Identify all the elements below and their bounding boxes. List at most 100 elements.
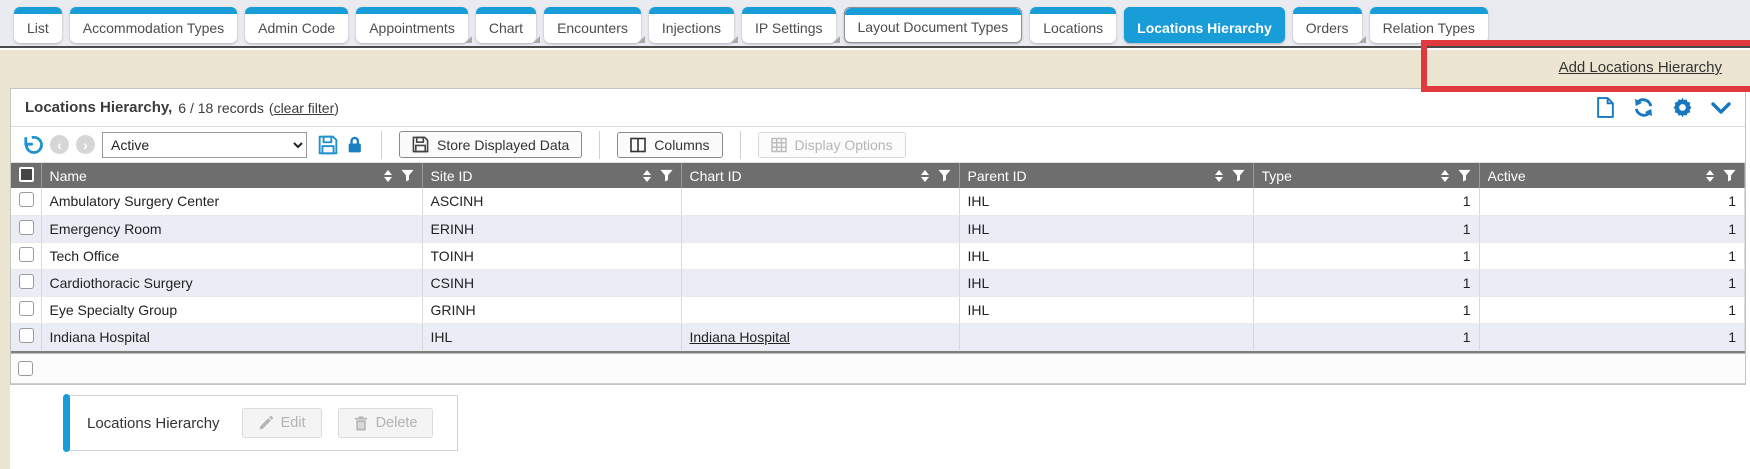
filter-funnel-icon[interactable] [1723, 169, 1736, 182]
display-options-button[interactable]: Display Options [758, 132, 906, 158]
tab-locations[interactable]: Locations [1030, 7, 1116, 43]
filter-funnel-icon[interactable] [401, 169, 414, 182]
row-checkbox-cell[interactable] [11, 215, 41, 242]
saved-filter-select[interactable]: Active [102, 132, 307, 158]
tab-bar: ListAccommodation Types Admin Code Appoint… [0, 0, 1750, 48]
active-cell: 1 [1479, 296, 1745, 323]
name-cell: Eye Specialty Group [41, 296, 422, 323]
column-header-type[interactable]: Type [1253, 163, 1479, 188]
sort-icon[interactable] [1441, 170, 1449, 182]
tab-ip-settings[interactable]: IP Settings [742, 7, 835, 43]
row-checkbox-cell[interactable] [11, 269, 41, 296]
gear-icon[interactable] [1672, 97, 1693, 118]
table-row: Emergency RoomERINHIHL11 [11, 215, 1745, 242]
clear-filter-link[interactable]: clear filter [274, 100, 335, 116]
add-locations-hierarchy-link[interactable]: Add Locations Hierarchy [1559, 59, 1722, 76]
parent-id-cell: IHL [959, 269, 1253, 296]
row-checkbox[interactable] [19, 220, 34, 235]
tab-orders[interactable]: Orders [1293, 7, 1362, 43]
tab-layout-document-types[interactable]: Layout Document Types [844, 7, 1023, 43]
prev-filter-button[interactable]: ‹ [50, 135, 69, 154]
display-options-label: Display Options [795, 137, 893, 153]
tab-accommodation-types[interactable]: Accommodation Types [70, 7, 237, 43]
display-options-icon [771, 137, 787, 153]
footer-checkbox[interactable] [18, 361, 33, 376]
panel-title: Locations Hierarchy, [25, 99, 172, 116]
selection-action-panel: Locations Hierarchy Edit Delete [64, 395, 458, 451]
tab-top-strip [70, 7, 237, 14]
sort-icon[interactable] [1215, 170, 1223, 182]
page: ListAccommodation Types Admin Code Appoint… [0, 0, 1750, 469]
parent-id-cell: IHL [959, 242, 1253, 269]
column-label: Site ID [431, 168, 643, 184]
tab-top-strip [1030, 7, 1116, 14]
site-id-cell: TOINH [422, 242, 681, 269]
next-filter-button[interactable]: › [76, 135, 95, 154]
tab-locations-hierarchy[interactable]: Locations Hierarchy [1124, 7, 1285, 43]
filter-funnel-icon[interactable] [1232, 169, 1245, 182]
tab-label: Admin Code [258, 20, 335, 36]
column-header-name[interactable]: Name [41, 163, 422, 188]
chart-id-cell: Indiana Hospital [681, 323, 959, 350]
save-filter-icon[interactable] [318, 135, 338, 155]
row-checkbox[interactable] [19, 328, 34, 343]
column-header-chart-id[interactable]: Chart ID [681, 163, 959, 188]
column-label: Parent ID [968, 168, 1215, 184]
parent-id-cell: IHL [959, 188, 1253, 215]
store-displayed-data-button[interactable]: Store Displayed Data [399, 131, 582, 158]
column-header-active[interactable]: Active [1479, 163, 1745, 188]
table-footer-row [11, 354, 1745, 384]
columns-button[interactable]: Columns [617, 132, 722, 158]
site-id-cell: ERINH [422, 215, 681, 242]
filter-funnel-icon[interactable] [660, 169, 673, 182]
column-label: Chart ID [690, 168, 921, 184]
reset-icon[interactable] [21, 134, 43, 156]
type-cell: 1 [1253, 269, 1479, 296]
tab-top-strip [476, 7, 536, 14]
tab-injections[interactable]: Injections [649, 7, 734, 43]
tab-dropdown-caret-icon [465, 36, 472, 43]
row-checkbox[interactable] [19, 192, 34, 207]
sort-icon[interactable] [384, 170, 392, 182]
row-checkbox[interactable] [19, 247, 34, 262]
type-cell: 1 [1253, 242, 1479, 269]
sort-icon[interactable] [1706, 170, 1714, 182]
new-document-icon[interactable] [1596, 97, 1615, 118]
tab-encounters[interactable]: Encounters [544, 7, 641, 43]
tab-top-strip [544, 7, 641, 14]
tab-admin-code[interactable]: Admin Code [245, 7, 348, 43]
delete-button[interactable]: Delete [338, 408, 434, 438]
chart-id-link[interactable]: Indiana Hospital [690, 329, 790, 345]
sort-icon[interactable] [921, 170, 929, 182]
lock-filter-icon[interactable] [345, 135, 364, 154]
tab-appointments[interactable]: Appointments [356, 7, 468, 43]
row-checkbox-cell[interactable] [11, 296, 41, 323]
select-all-header-cell[interactable] [11, 163, 41, 188]
sort-icon[interactable] [643, 170, 651, 182]
row-checkbox-cell[interactable] [11, 323, 41, 350]
tab-label: Encounters [557, 20, 628, 36]
filter-funnel-icon[interactable] [1458, 169, 1471, 182]
tab-top-strip [1124, 7, 1285, 14]
column-header-parent-id[interactable]: Parent ID [959, 163, 1253, 188]
select-all-checkbox[interactable] [19, 167, 34, 182]
chevron-down-icon[interactable] [1711, 101, 1731, 115]
trash-icon [354, 416, 368, 431]
row-checkbox[interactable] [19, 274, 34, 289]
row-checkbox-cell[interactable] [11, 242, 41, 269]
column-header-site-id[interactable]: Site ID [422, 163, 681, 188]
tab-list[interactable]: List [14, 7, 62, 43]
filter-funnel-icon[interactable] [938, 169, 951, 182]
refresh-icon[interactable] [1633, 97, 1654, 118]
tab-relation-types[interactable]: Relation Types [1370, 7, 1488, 43]
tab-chart[interactable]: Chart [476, 7, 536, 43]
paren-close: ) [334, 100, 339, 116]
active-cell: 1 [1479, 323, 1745, 350]
delete-label: Delete [376, 415, 418, 431]
site-id-cell: GRINH [422, 296, 681, 323]
tab-top-strip [1370, 7, 1488, 14]
row-checkbox-cell[interactable] [11, 188, 41, 215]
edit-button[interactable]: Edit [242, 408, 322, 438]
tab-top-strip [245, 7, 348, 14]
row-checkbox[interactable] [19, 301, 34, 316]
